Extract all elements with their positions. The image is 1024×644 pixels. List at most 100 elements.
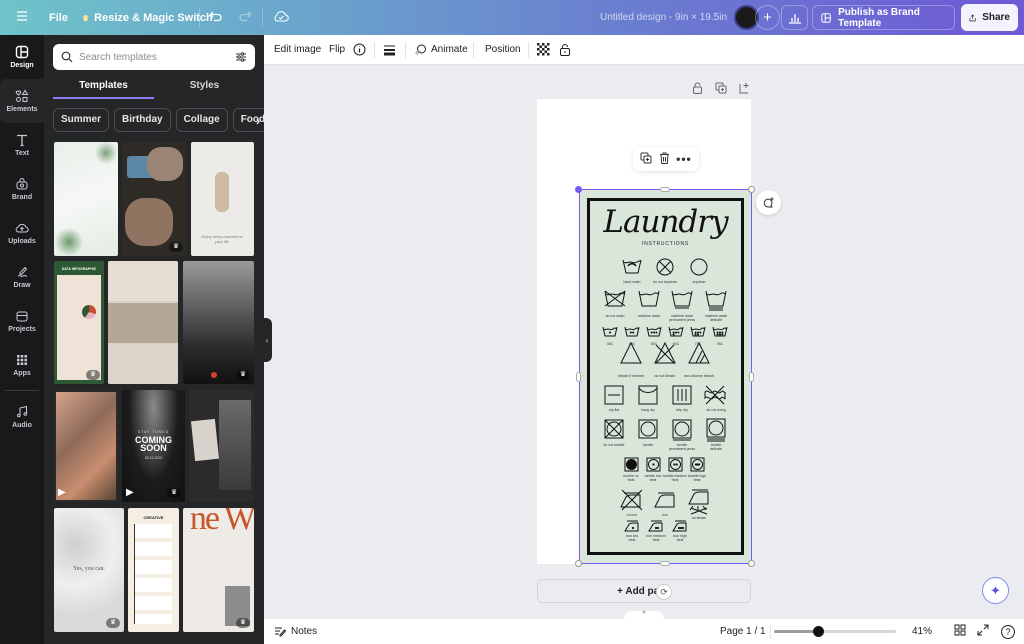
search-box[interactable] <box>53 44 255 70</box>
notes-button[interactable]: Notes <box>274 626 317 637</box>
template-thumbnail[interactable]: Enjoy every moment of your life <box>191 142 254 256</box>
grid-view-button[interactable] <box>954 624 966 639</box>
care-label: bleach if needed <box>618 374 644 378</box>
document-title[interactable]: Untitled design - 9in × 19.5in <box>600 12 727 23</box>
tumble-icon <box>638 419 658 439</box>
resize-handle-right[interactable] <box>749 372 754 382</box>
lock-icon <box>693 82 702 94</box>
rail-item-elements[interactable]: Elements <box>0 79 44 123</box>
leaves-decoration <box>54 228 84 256</box>
magic-assistant-button[interactable]: ✦ <box>982 577 1009 604</box>
template-thumbnail[interactable] <box>189 390 254 502</box>
temperature-dot <box>718 333 722 336</box>
rail-item-design[interactable]: Design <box>0 35 44 79</box>
template-thumbnail[interactable]: DATA INFOGRAPHIC ♛ <box>54 261 104 384</box>
zoom-percentage[interactable]: 41% <box>912 626 932 637</box>
rotate-handle[interactable]: ⟳ <box>656 584 672 600</box>
resize-handle-bottom[interactable] <box>660 561 670 566</box>
temperature-dot <box>632 331 635 334</box>
template-thumbnail[interactable]: CREATIVE <box>128 508 179 632</box>
resize-magic-switch-button[interactable]: ♛ Resize & Magic Switch <box>82 12 213 24</box>
divider <box>405 41 406 58</box>
duplicate-element-button[interactable] <box>640 152 652 167</box>
rail-item-uploads[interactable]: Uploads <box>0 211 44 255</box>
resize-handle-top-right[interactable] <box>748 186 755 193</box>
flip-button[interactable]: Flip <box>329 44 345 55</box>
template-thumbnail[interactable]: ▶ <box>54 390 118 502</box>
chip-birthday[interactable]: Birthday <box>114 108 171 132</box>
rail-item-text[interactable]: Text <box>0 123 44 167</box>
tab-templates[interactable]: Templates <box>53 77 154 99</box>
add-page-button[interactable] <box>738 82 750 97</box>
fullscreen-button[interactable] <box>977 624 989 639</box>
animate-icon <box>415 44 426 55</box>
filter-sliders-icon[interactable] <box>235 51 247 63</box>
position-button[interactable]: Position <box>485 44 521 55</box>
edit-image-button[interactable]: Edit image <box>274 44 321 55</box>
publish-brand-template-button[interactable]: Publish as Brand Template <box>812 5 955 30</box>
page-lock-button[interactable] <box>692 82 703 97</box>
search-templates-input[interactable] <box>79 51 235 63</box>
border-style-button[interactable] <box>383 44 396 56</box>
insights-button[interactable] <box>781 5 808 30</box>
transparency-button[interactable] <box>537 43 550 56</box>
left-nav-rail: Design Elements Text Brand Uploads Draw … <box>0 35 44 644</box>
undo-button[interactable] <box>209 10 223 22</box>
care-label: no steam <box>691 516 707 520</box>
chip-collage[interactable]: Collage <box>175 108 228 132</box>
resize-handle-bottom-left[interactable] <box>575 560 582 567</box>
chevron-right-icon[interactable]: › <box>256 114 260 128</box>
template-thumbnail[interactable]: Yes, you can. ♛ <box>54 508 124 632</box>
animate-button[interactable]: Animate <box>414 44 468 56</box>
temperature-dot <box>721 331 724 334</box>
delete-element-button[interactable] <box>659 152 670 167</box>
rail-item-brand[interactable]: Brand <box>0 167 44 211</box>
hamburger-icon <box>17 11 27 21</box>
resize-handle-top-left[interactable] <box>575 186 582 193</box>
add-page-bar-button[interactable]: + Add page <box>537 579 751 603</box>
premium-crown-icon: ♛ <box>167 488 181 498</box>
resize-handle-top[interactable] <box>660 187 670 192</box>
tab-styles[interactable]: Styles <box>154 77 255 99</box>
iron-medium-heat-icon <box>648 520 663 532</box>
rail-item-draw[interactable]: Draw <box>0 255 44 299</box>
file-menu-button[interactable]: File <box>49 12 68 24</box>
temperature-dot <box>696 331 700 334</box>
rail-item-projects[interactable]: Projects <box>0 299 44 343</box>
tumble-no-heat-icon <box>624 457 639 472</box>
rail-item-apps[interactable]: Apps <box>0 343 44 387</box>
template-thumbnail[interactable] <box>54 142 118 256</box>
add-collaborator-button[interactable]: + <box>755 5 780 30</box>
machine-wash-icon <box>638 290 660 307</box>
main-menu-button[interactable] <box>16 10 28 22</box>
laundry-instructions-graphic[interactable]: Laundry INSTRUCTIONS hand wash do not dr… <box>580 190 751 563</box>
more-options-button[interactable]: ••• <box>676 152 692 166</box>
lock-button[interactable] <box>559 43 571 56</box>
resize-handle-left[interactable] <box>576 372 581 382</box>
template-thumbnail[interactable]: ♛ <box>122 142 187 256</box>
template-thumbnail[interactable]: ne W ♛ <box>183 508 254 632</box>
zoom-slider-thumb[interactable] <box>813 626 824 637</box>
rail-item-audio[interactable]: Audio <box>0 395 44 439</box>
duplicate-page-button[interactable] <box>715 82 727 97</box>
add-comment-button[interactable] <box>756 190 781 215</box>
page-indicator[interactable]: Page 1 / 1 <box>720 626 766 637</box>
help-button[interactable]: ? <box>1001 624 1015 639</box>
info-button[interactable] <box>353 43 366 56</box>
template-thumbnail[interactable] <box>108 261 178 384</box>
redo-button[interactable] <box>238 10 252 22</box>
collapse-panel-button[interactable]: ‹ <box>262 318 272 362</box>
zoom-slider[interactable] <box>774 626 896 637</box>
share-button[interactable]: Share <box>961 4 1018 31</box>
template-thumbnail[interactable]: STAY TUNED COMING SOON 30.11.2023 ▶ ♛ <box>122 390 185 502</box>
template-thumbnail[interactable]: ♛ <box>183 261 254 384</box>
resize-handle-bottom-right[interactable] <box>748 560 755 567</box>
temp-label: 70C <box>694 342 702 346</box>
divider <box>374 41 375 58</box>
premium-crown-icon: ♛ <box>86 370 100 380</box>
care-label: do not dryclean <box>653 280 677 284</box>
care-label: hang dry <box>641 408 655 412</box>
apps-grid-icon <box>17 355 27 365</box>
cloud-save-status[interactable] <box>273 10 289 23</box>
chip-summer[interactable]: Summer <box>53 108 110 132</box>
